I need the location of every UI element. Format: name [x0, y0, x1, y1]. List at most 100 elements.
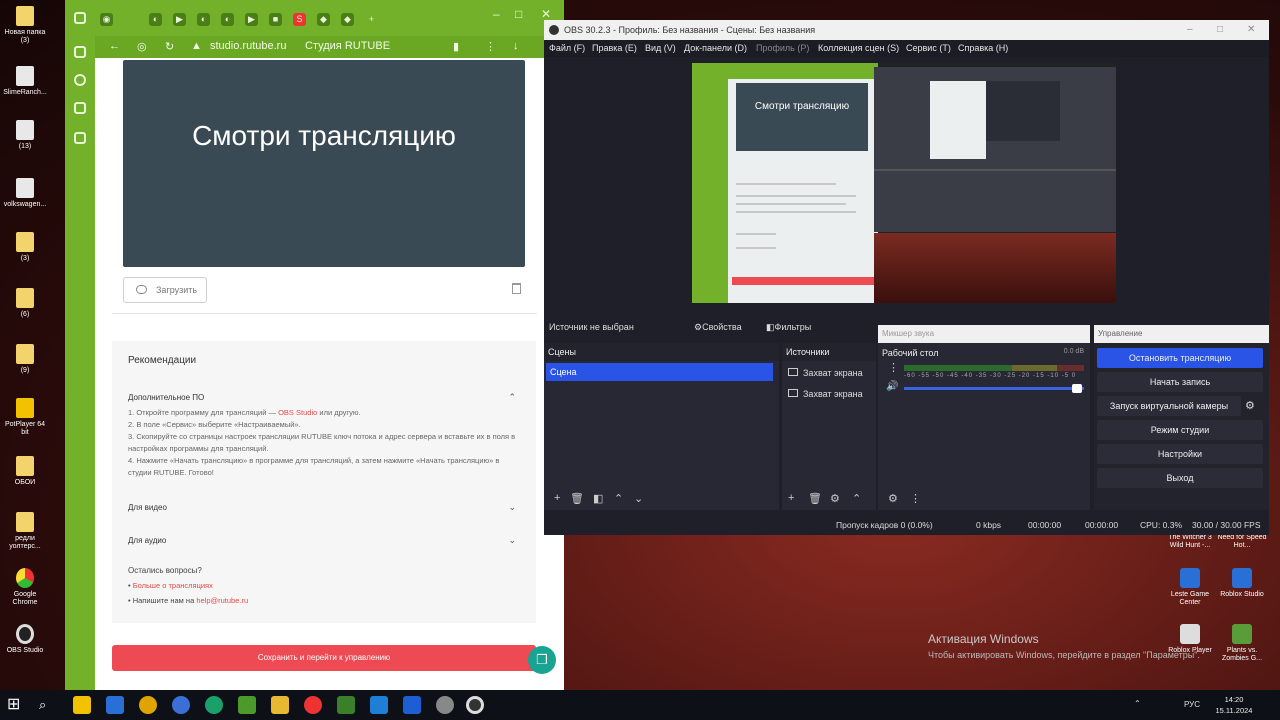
- stop-stream-button[interactable]: Остановить трансляцию: [1097, 348, 1263, 368]
- new-tab-icon[interactable]: +: [365, 13, 378, 26]
- menu-help[interactable]: Справка (H): [958, 40, 1008, 57]
- minimize-icon[interactable]: –: [1187, 20, 1193, 40]
- add-icon[interactable]: +: [788, 492, 794, 504]
- menu-view[interactable]: Вид (V): [645, 40, 676, 57]
- desktop-icon-slimerancher[interactable]: SlimeRanch...: [2, 66, 48, 97]
- desktop-icon-redli[interactable]: редли уолтерс...: [2, 512, 48, 551]
- desktop-icon-9[interactable]: (9): [2, 344, 48, 375]
- start-icon[interactable]: ⊞: [7, 696, 25, 714]
- down-icon[interactable]: ⌄: [634, 492, 643, 505]
- desktop-icon-lesta[interactable]: Leste Game Center: [1162, 568, 1218, 607]
- bookmark-icon[interactable]: ▮: [453, 40, 459, 53]
- close-icon[interactable]: ✕: [1247, 20, 1255, 40]
- settings-button[interactable]: Настройки: [1097, 444, 1263, 464]
- taskbar-app-icon[interactable]: [73, 696, 91, 714]
- taskbar-app-icon[interactable]: [337, 696, 355, 714]
- gear-icon[interactable]: ⚙: [1245, 399, 1259, 413]
- up-icon[interactable]: ⌃: [852, 492, 861, 505]
- desktop-icon-obs[interactable]: OBS Studio: [2, 624, 48, 655]
- desktop-icon-witcher[interactable]: The Witcher 3 Wild Hunt -...: [1162, 534, 1218, 550]
- tab-icon[interactable]: ◐: [197, 13, 210, 26]
- virtual-camera-button[interactable]: Запуск виртуальной камеры: [1097, 396, 1241, 416]
- search-icon[interactable]: ⌕: [39, 696, 57, 714]
- taskbar-app-icon[interactable]: [370, 696, 388, 714]
- url-text[interactable]: studio.rutube.ru: [210, 40, 286, 52]
- up-icon[interactable]: ⌃: [614, 492, 623, 505]
- track-menu-icon[interactable]: ⋮: [888, 361, 899, 374]
- chevron-up-icon[interactable]: ⌃: [508, 392, 516, 403]
- sidebar-icon[interactable]: [74, 74, 86, 86]
- tab-icon[interactable]: ▶: [245, 13, 258, 26]
- chevron-down-icon[interactable]: ⌄: [508, 535, 516, 546]
- chat-icon[interactable]: ❐: [528, 646, 556, 674]
- properties-button[interactable]: ⚙ Свойства: [694, 317, 742, 337]
- menu-edit[interactable]: Правка (E): [592, 40, 637, 57]
- menu-icon[interactable]: ⋮: [485, 40, 496, 53]
- menu-tools[interactable]: Сервис (T): [906, 40, 951, 57]
- trash-icon[interactable]: [512, 283, 521, 294]
- volume-slider-handle[interactable]: [1072, 384, 1082, 393]
- volume-slider[interactable]: [904, 387, 1084, 390]
- desktop-icon-13[interactable]: (13): [2, 120, 48, 151]
- sidebar-icon[interactable]: [74, 132, 86, 144]
- sidebar-icon[interactable]: [74, 46, 86, 58]
- sidebar-icon[interactable]: [74, 102, 86, 114]
- back-icon[interactable]: ←: [109, 40, 120, 52]
- chevron-down-icon[interactable]: ⌄: [508, 502, 516, 513]
- source-item[interactable]: Захват экрана: [788, 366, 863, 380]
- desktop-icon-3[interactable]: (3): [2, 232, 48, 263]
- taskbar-app-icon[interactable]: [403, 696, 421, 714]
- menu-file[interactable]: Файл (F): [549, 40, 585, 57]
- menu-profile[interactable]: Профиль (P): [756, 40, 809, 57]
- more-streams-link[interactable]: Больше о трансляциях: [133, 581, 213, 590]
- tray-chevron-icon[interactable]: ⌃: [1134, 699, 1141, 708]
- desktop-icon-chrome[interactable]: Google Chrome: [2, 568, 48, 607]
- obs-preview[interactable]: Смотри трансляцию: [692, 63, 1116, 303]
- tab-icon[interactable]: ◆: [317, 13, 330, 26]
- exit-button[interactable]: Выход: [1097, 468, 1263, 488]
- start-recording-button[interactable]: Начать запись: [1097, 372, 1263, 392]
- menu-scene-collection[interactable]: Коллекция сцен (S): [818, 40, 899, 57]
- obs-taskbar-icon[interactable]: [466, 696, 484, 714]
- menu-docks[interactable]: Док-панели (D): [684, 40, 747, 57]
- desktop-icon-volkswagen[interactable]: volkswagen...: [2, 178, 48, 209]
- shield-icon[interactable]: ◎: [137, 40, 147, 53]
- yandex-icon[interactable]: [304, 696, 322, 714]
- section-audio[interactable]: Для аудио: [128, 536, 166, 545]
- trash-icon[interactable]: 🗑: [570, 492, 584, 505]
- desktop-icon-nfs[interactable]: Need for Speed Hot...: [1214, 534, 1270, 550]
- taskbar-app-icon[interactable]: [106, 696, 124, 714]
- save-button[interactable]: Сохранить и перейти к управлению: [112, 645, 536, 671]
- clock[interactable]: 14:20 15.11.2024: [1208, 694, 1260, 716]
- studio-mode-button[interactable]: Режим студии: [1097, 420, 1263, 440]
- maximize-icon[interactable]: □: [515, 7, 522, 21]
- taskbar-app-icon[interactable]: [238, 696, 256, 714]
- tab-icon[interactable]: ◆: [341, 13, 354, 26]
- add-icon[interactable]: +: [554, 492, 560, 504]
- desktop-icon-folder[interactable]: Новая папка (3): [2, 6, 48, 45]
- desktop-icon-oboi[interactable]: ОБОИ: [2, 456, 48, 487]
- tab-icon[interactable]: ◐: [221, 13, 234, 26]
- reload-icon[interactable]: ↻: [165, 40, 174, 53]
- gear-icon[interactable]: ⚙: [830, 492, 840, 505]
- mixer-settings-icon[interactable]: ⚙: [888, 492, 898, 505]
- desktop-icon-6[interactable]: (6): [2, 288, 48, 319]
- desktop-icon-pvz[interactable]: Plants vs. Zombies G...: [1214, 624, 1270, 663]
- taskbar-app-icon[interactable]: [139, 696, 157, 714]
- download-icon[interactable]: ↓: [513, 40, 519, 52]
- sidebar-icon[interactable]: [74, 12, 86, 24]
- speaker-icon[interactable]: 🔊: [886, 381, 898, 392]
- section-video[interactable]: Для видео: [128, 503, 167, 512]
- tray-lang[interactable]: РУС: [1184, 700, 1200, 709]
- obs-link[interactable]: OBS Studio: [278, 408, 317, 417]
- tab-icon[interactable]: ◉: [100, 13, 113, 26]
- explorer-icon[interactable]: [271, 696, 289, 714]
- tab-icon[interactable]: ◐: [149, 13, 162, 26]
- settings-icon[interactable]: [436, 696, 454, 714]
- taskbar-app-icon[interactable]: [172, 696, 190, 714]
- maximize-icon[interactable]: □: [1217, 20, 1223, 40]
- edge-icon[interactable]: [205, 696, 223, 714]
- close-icon[interactable]: ✕: [541, 7, 551, 21]
- desktop-icon-potplayer[interactable]: PotPlayer 64 bit: [2, 398, 48, 437]
- minimize-icon[interactable]: –: [493, 7, 500, 21]
